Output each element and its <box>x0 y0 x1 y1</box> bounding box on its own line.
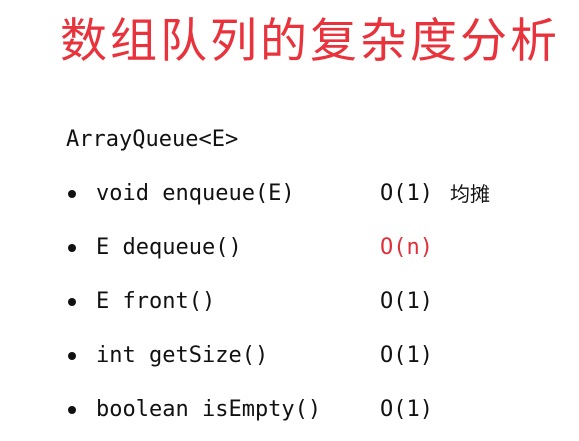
slide-title: 数组队列的复杂度分析 <box>60 14 560 69</box>
method-complexity: O(1) <box>380 289 433 314</box>
method-signature: E dequeue() <box>96 235 242 260</box>
method-row: E dequeue() O(n) <box>0 234 579 262</box>
method-signature: void enqueue(E) <box>96 181 295 206</box>
bullet-icon <box>68 244 76 252</box>
bullet-icon <box>68 298 76 306</box>
method-row: E front() O(1) <box>0 288 579 316</box>
class-heading: ArrayQueue<E> <box>66 127 239 152</box>
method-row: boolean isEmpty() O(1) <box>0 396 579 424</box>
method-row: void enqueue(E) O(1) 均摊 <box>0 180 579 208</box>
method-complexity: O(1) <box>380 397 433 422</box>
method-signature: int getSize() <box>96 343 269 368</box>
bullet-icon <box>68 190 76 198</box>
bullet-icon <box>68 352 76 360</box>
complexity-note: 均摊 <box>450 182 490 206</box>
method-row: int getSize() O(1) <box>0 342 579 370</box>
method-complexity: O(1) <box>380 181 433 206</box>
method-signature: E front() <box>96 289 216 314</box>
method-complexity: O(1) <box>380 343 433 368</box>
method-signature: boolean isEmpty() <box>96 397 322 422</box>
method-complexity: O(n) <box>380 235 433 260</box>
bullet-icon <box>68 406 76 414</box>
